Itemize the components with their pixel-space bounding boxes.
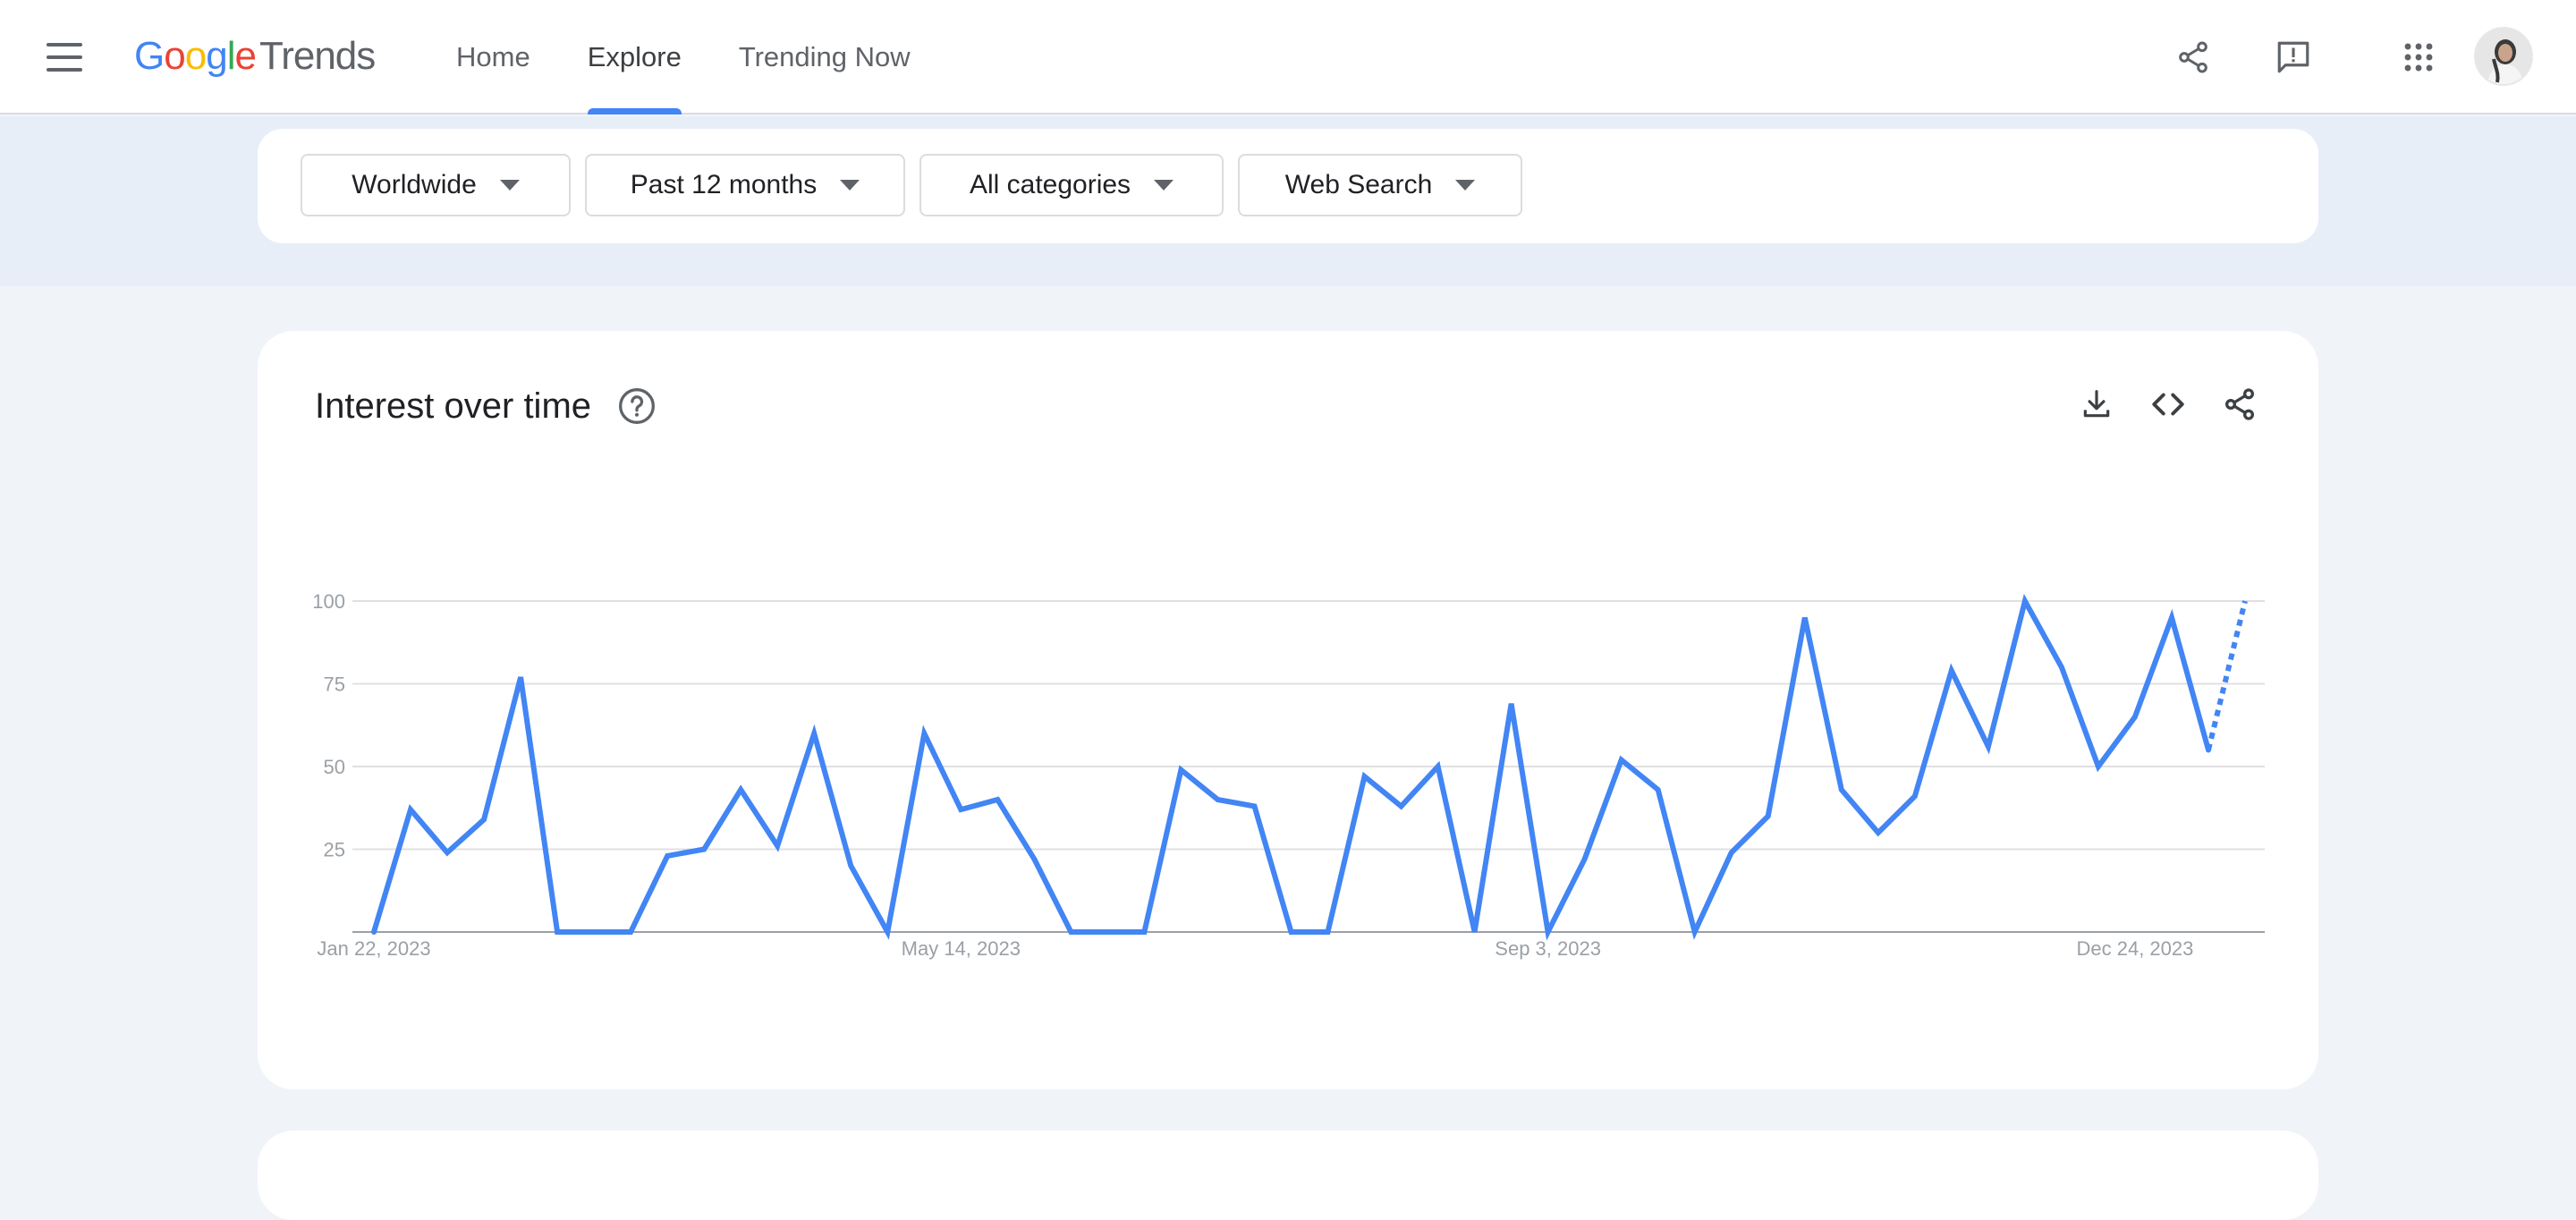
- region-label: Worldwide: [352, 170, 477, 199]
- data-point: [1766, 814, 1771, 819]
- data-point: [1362, 774, 1368, 779]
- data-point: [2242, 598, 2248, 604]
- data-point: [1986, 744, 1991, 750]
- data-point: [775, 843, 780, 849]
- share-icon[interactable]: [2168, 32, 2218, 82]
- search-type-dropdown[interactable]: Web Search: [1238, 154, 1522, 216]
- data-point: [921, 731, 927, 736]
- data-point: [1876, 830, 1881, 835]
- category-dropdown[interactable]: All categories: [919, 154, 1224, 216]
- dropdown-arrow-icon: [840, 180, 860, 191]
- data-point: [555, 929, 560, 935]
- data-point: [701, 847, 707, 852]
- dropdown-arrow-icon: [1455, 180, 1476, 191]
- menu-icon[interactable]: [47, 43, 82, 72]
- data-point: [1802, 615, 1808, 621]
- tab-trending-now[interactable]: Trending Now: [739, 0, 911, 114]
- data-point: [445, 850, 450, 855]
- data-point: [1252, 803, 1258, 809]
- data-point: [1509, 701, 1514, 707]
- y-tick-label: 50: [324, 756, 345, 778]
- y-tick-label: 25: [324, 839, 345, 861]
- data-point: [2132, 715, 2138, 720]
- x-tick-label: May 14, 2023: [902, 937, 1021, 960]
- logo-letter: o: [184, 34, 208, 78]
- data-point: [591, 929, 597, 935]
- interest-over-time-card: Interest over time 25 50 75 100 Jan 22, 2023…: [258, 331, 2318, 1089]
- x-tick-label: Jan 22, 2023: [317, 937, 430, 960]
- filter-bar: Worldwide Past 12 months All categories …: [258, 129, 2318, 243]
- avatar[interactable]: [2474, 27, 2533, 86]
- data-point: [1619, 758, 1624, 763]
- apps-grid-icon[interactable]: [2394, 32, 2444, 82]
- category-label: All categories: [969, 170, 1131, 199]
- x-tick-label: Dec 24, 2023: [2077, 937, 2194, 960]
- data-point: [1912, 793, 1918, 799]
- data-point: [371, 929, 377, 935]
- data-point: [518, 674, 523, 680]
- data-point: [665, 853, 670, 859]
- y-tick-label: 75: [324, 674, 345, 696]
- time-range-dropdown[interactable]: Past 12 months: [585, 154, 905, 216]
- dropdown-arrow-icon: [499, 180, 520, 191]
- data-point: [1068, 929, 1073, 935]
- data-point: [481, 817, 487, 822]
- top-app-bar: Google Trends Home Explore Trending Now: [0, 0, 2576, 114]
- time-range-label: Past 12 months: [630, 170, 818, 199]
- y-tick-label: 100: [312, 590, 345, 613]
- partial-data-line: [2206, 600, 2248, 751]
- data-point: [1105, 929, 1110, 935]
- data-point: [408, 807, 413, 812]
- data-point: [2059, 665, 2064, 670]
- interest-line-chart: 25 50 75 100 Jan 22, 2023 May 14, 2023 Sep 3, …: [312, 590, 2265, 960]
- data-point: [1472, 929, 1478, 935]
- logo-letter: G: [134, 34, 165, 78]
- logo-letter: g: [206, 34, 228, 78]
- data-point: [2169, 615, 2174, 621]
- data-point: [1656, 787, 1661, 792]
- data-point: [1399, 803, 1404, 809]
- data-point: [848, 863, 853, 868]
- next-section-card: [258, 1131, 2318, 1220]
- data-point: [1839, 787, 1844, 792]
- data-point: [1289, 929, 1294, 935]
- data-point: [1692, 929, 1698, 935]
- data-point: [1729, 850, 1734, 855]
- primary-nav: Home Explore Trending Now: [456, 0, 968, 114]
- google-trends-logo[interactable]: Google Trends: [134, 34, 376, 82]
- data-point: [1582, 857, 1588, 862]
- data-point: [738, 787, 743, 792]
- data-point: [1949, 668, 1954, 674]
- search-type-label: Web Search: [1284, 170, 1433, 199]
- data-point: [1031, 857, 1037, 862]
- data-point: [1326, 929, 1331, 935]
- data-point: [811, 731, 817, 736]
- logo-letter: o: [164, 34, 186, 78]
- data-point: [1178, 767, 1183, 773]
- data-point: [2206, 748, 2211, 753]
- dropdown-arrow-icon: [1154, 180, 1174, 191]
- data-point: [1141, 929, 1147, 935]
- data-point: [2096, 764, 2101, 769]
- data-point: [628, 929, 633, 935]
- data-point: [2022, 598, 2028, 604]
- data-point: [995, 797, 1000, 802]
- tab-home[interactable]: Home: [456, 0, 530, 114]
- tab-explore[interactable]: Explore: [587, 0, 682, 114]
- region-dropdown[interactable]: Worldwide: [301, 154, 571, 216]
- google-wordmark: Google: [134, 34, 257, 79]
- data-point: [1436, 764, 1441, 769]
- data-point: [958, 807, 963, 812]
- logo-letter: e: [234, 34, 257, 78]
- trends-wordmark: Trends: [258, 34, 376, 78]
- x-tick-label: Sep 3, 2023: [1495, 937, 1601, 960]
- data-point: [885, 929, 890, 935]
- data-point: [1546, 929, 1551, 935]
- data-point: [1216, 797, 1221, 802]
- feedback-icon[interactable]: [2268, 32, 2318, 82]
